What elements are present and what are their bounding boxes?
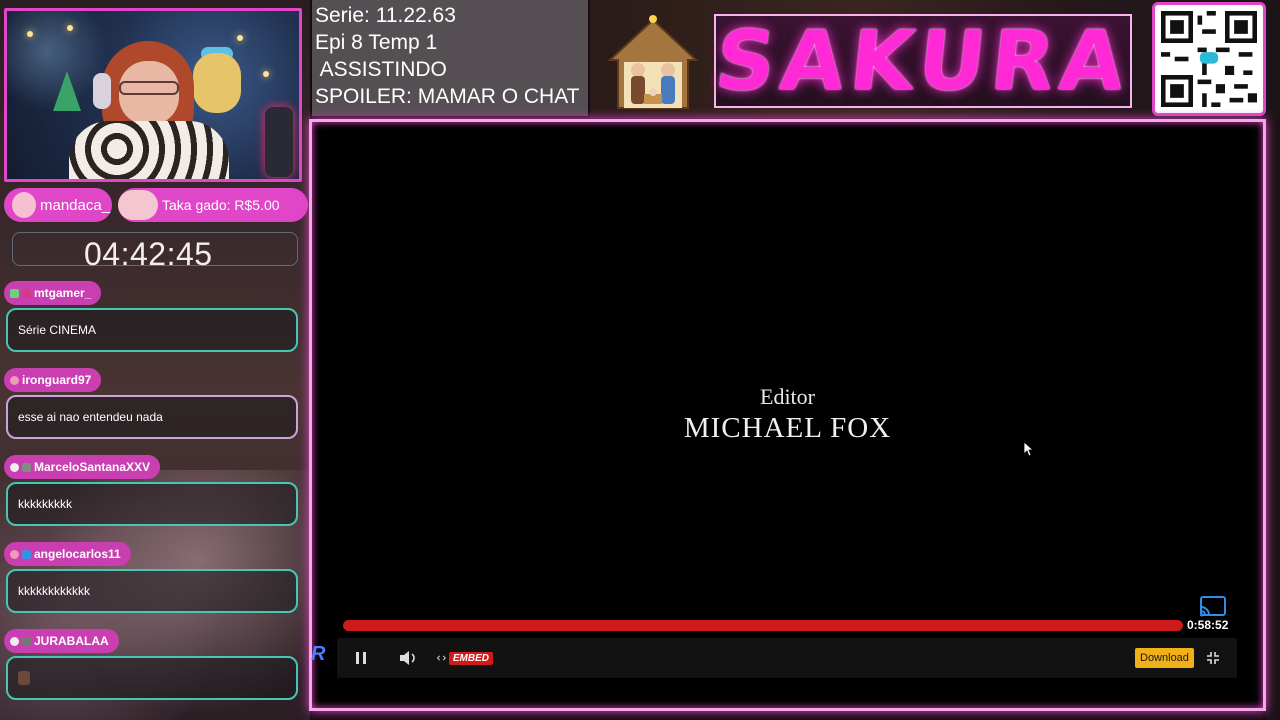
info-line: Epi 8 Temp 1 (315, 31, 438, 54)
chat-username: mtgamer_ (4, 281, 102, 305)
badge-icon (10, 288, 19, 298)
nativity-image (607, 15, 699, 109)
progress-bar[interactable] (343, 620, 1183, 631)
embed-icon (437, 655, 446, 661)
logo-text: SAKURA (711, 13, 1135, 109)
download-button[interactable]: Download (1135, 648, 1194, 668)
emote-icon (18, 671, 30, 685)
credit-name: MICHAEL FOX (683, 412, 892, 444)
mouse-cursor-icon (1024, 442, 1034, 457)
embed-button[interactable]: EMBED (437, 638, 493, 678)
chat-username: JURABALAA (4, 629, 119, 653)
series-info: Serie: 11.22.63 Epi 8 Temp 1 ASSISTINDO … (312, 0, 588, 116)
channel-tag: R (311, 643, 326, 665)
chat-message: esse ai nao entendeu nada (6, 395, 298, 439)
embed-label: EMBED (448, 651, 493, 665)
fullscreen-exit-button[interactable] (1201, 638, 1225, 678)
elapsed-time: 0:58:52 (1187, 618, 1229, 632)
badge-icon (22, 462, 31, 472)
chat-username: ironguard97 (4, 368, 102, 392)
video-player[interactable]: Editor MICHAEL FOX 0:58:52 EMBED Downloa… (309, 119, 1266, 711)
chat-message: kkkkkkkkkkkk (6, 569, 298, 613)
heart-badge-icon (10, 375, 19, 385)
volume-button[interactable] (395, 638, 421, 678)
chat-message: kkkkkkkkk (6, 482, 298, 526)
control-bar: EMBED Download (337, 638, 1237, 678)
badge-icon (22, 636, 31, 646)
badge-icon (22, 549, 31, 559)
badge-icon (22, 288, 31, 298)
fullscreen-exit-icon (1207, 652, 1219, 664)
heart-badge-icon (10, 549, 19, 559)
chat-panel: mtgamer_ Série CINEMA ironguard97 esse a… (4, 0, 304, 720)
cast-icon[interactable] (1199, 595, 1227, 619)
volume-icon (400, 651, 415, 665)
chat-message (6, 656, 298, 700)
badge-icon (10, 462, 19, 472)
chat-message: Série CINEMA (6, 308, 298, 352)
qr-icon (1161, 11, 1257, 107)
info-line: ASSISTINDO (315, 58, 447, 81)
chat-username: MarceloSantanaXXV (4, 455, 161, 479)
chat-username: angelocarlos11 (4, 542, 131, 566)
info-line: Serie: 11.22.63 (315, 4, 456, 27)
pause-icon (356, 652, 366, 664)
credit-role: Editor (760, 384, 815, 409)
info-line: SPOILER: MAMAR O CHAT (315, 85, 580, 108)
pause-button[interactable] (349, 638, 373, 678)
badge-icon (10, 636, 19, 646)
sakura-logo: SAKURA (711, 13, 1135, 109)
right-background (1266, 118, 1280, 720)
qr-code (1152, 2, 1266, 116)
